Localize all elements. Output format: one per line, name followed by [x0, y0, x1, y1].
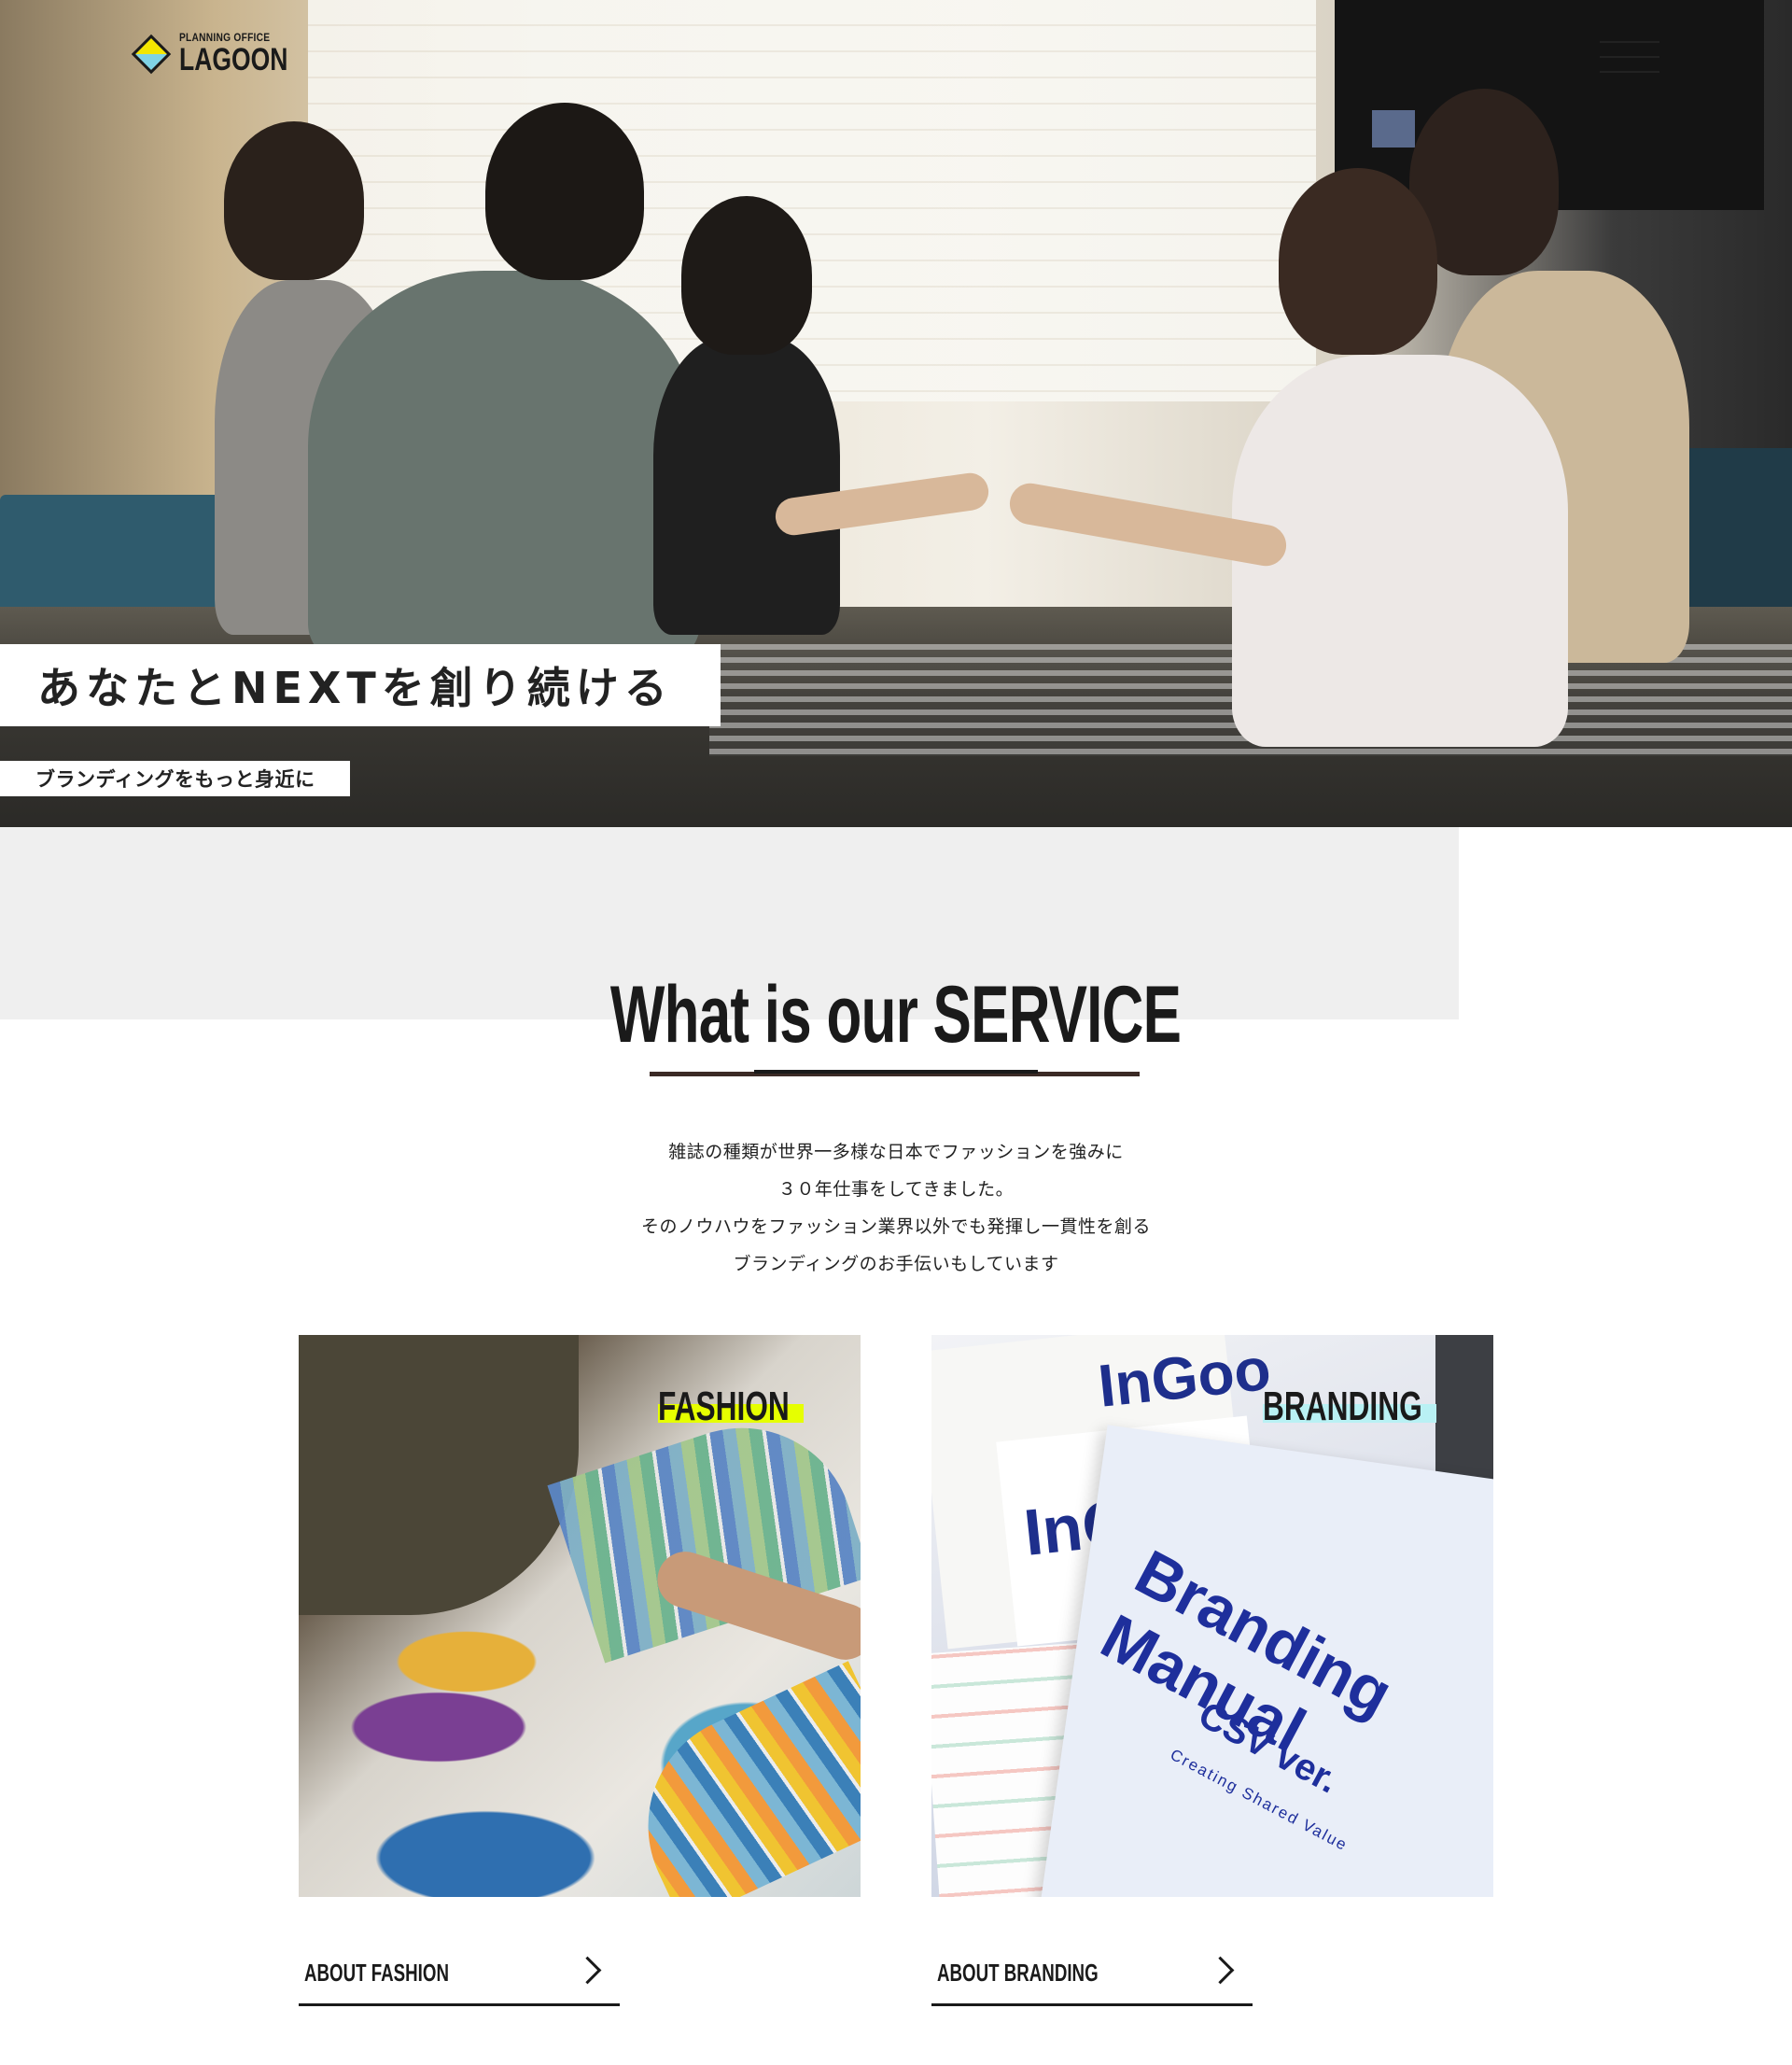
logo-big-text: LAGOON: [179, 42, 288, 77]
fashion-label-text: FASHION: [658, 1384, 790, 1429]
hero-subline-text: ブランディングをもっと身近に: [35, 768, 315, 791]
branding-label: BRANDING: [1263, 1384, 1436, 1429]
about-branding-link[interactable]: ABOUT BRANDING: [931, 1940, 1253, 2006]
title-underline-accent: [754, 1070, 1038, 1074]
branding-card-image[interactable]: InGoo InG Branding Manual CSV ver. Creat…: [931, 1335, 1493, 1897]
logo-text: PLANNING OFFICE LAGOON: [179, 32, 318, 76]
hero-headline-text: あなたとNEXTを創り続ける: [37, 663, 673, 713]
section-title: What is our SERVICE: [0, 969, 1792, 1061]
hero-person-2-head: [485, 103, 644, 280]
hero-person-1-head: [224, 121, 364, 280]
description-line: 雑誌の種類が世界一多様な日本でファッションを強みに: [668, 1142, 1124, 1162]
fashion-label: FASHION: [658, 1384, 804, 1429]
about-fashion-link[interactable]: ABOUT FASHION: [299, 1940, 620, 2006]
hero-person-3: [653, 336, 840, 635]
branding-manual-booklet: Branding Manual CSV ver. Creating Shared…: [1040, 1425, 1493, 1897]
section-title-text: What is our SERVICE: [610, 970, 1182, 1060]
about-fashion-text: ABOUT FASHION: [304, 1959, 449, 1987]
site-logo[interactable]: PLANNING OFFICE LAGOON: [131, 32, 318, 76]
hero-headline: あなたとNEXTを創り続ける: [0, 644, 721, 726]
hero-person-2: [308, 271, 700, 663]
hero-subline: ブランディングをもっと身近に: [0, 761, 350, 796]
fashion-sleeve: [299, 1335, 579, 1615]
description-line: ブランディングのお手伝いもしています: [733, 1254, 1059, 1274]
fashion-card-image[interactable]: FASHION: [299, 1335, 861, 1897]
description-line: ３０年仕事をしてきました。: [777, 1179, 1015, 1200]
chevron-right-icon: [1206, 1956, 1235, 1985]
section-description: 雑誌の種類が世界一多様な日本でファッションを強みに ３０年仕事をしてきました。 …: [0, 1133, 1792, 1283]
doc-logo-text: InGoo: [1095, 1335, 1274, 1420]
branding-label-text: BRANDING: [1263, 1384, 1422, 1429]
hero-person-3-head: [681, 196, 812, 355]
chevron-right-icon: [573, 1956, 602, 1985]
logo-diamond-icon: [131, 34, 172, 75]
description-line: そのノウハウをファッション業界以外でも発揮し一貫性を創る: [640, 1216, 1151, 1237]
hamburger-menu-icon[interactable]: [1600, 37, 1659, 78]
hero-person-4-head: [1279, 168, 1437, 355]
color-fan-bottom: [611, 1661, 861, 1897]
about-branding-text: ABOUT BRANDING: [937, 1959, 1099, 1987]
hero-monitor-screen: [1372, 110, 1415, 148]
